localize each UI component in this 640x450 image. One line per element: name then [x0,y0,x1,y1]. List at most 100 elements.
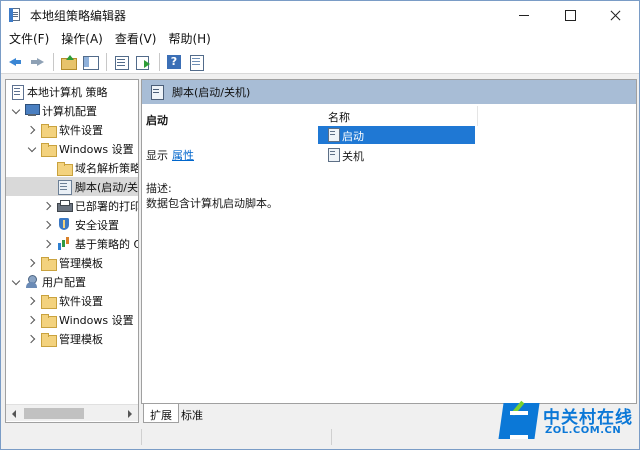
expand-chevron-icon[interactable] [12,277,21,286]
selected-item-title: 启动 [146,114,168,127]
collapse-chevron-icon[interactable] [44,239,53,248]
column-header-name[interactable]: 名称 [318,106,478,126]
collapse-chevron-icon[interactable] [44,201,53,210]
tree-item-user-software-settings[interactable]: 软件设置 [6,291,138,310]
tree-item-windows-settings[interactable]: Windows 设置 [6,139,138,158]
scroll-thumb[interactable] [24,408,84,419]
status-divider [331,429,332,445]
folder-icon [41,123,57,138]
list-item-shutdown[interactable]: 关机 [318,146,475,164]
scroll-left-arrow-icon[interactable] [6,405,22,422]
collapse-chevron-icon[interactable] [28,334,37,343]
column-header-label: 名称 [328,111,350,124]
zol-watermark: 中关村在线 ZOL.COM.CN [501,397,637,445]
window-title: 本地组策略编辑器 [30,8,127,23]
details-header-title: 脚本(启动/关机) [172,86,251,99]
collapse-chevron-icon[interactable] [28,296,37,305]
tab-standard[interactable]: 标准 [175,404,209,423]
tree-item-label: 脚本(启动/关机) [75,181,138,194]
tree-item-label: 管理模板 [59,333,103,346]
minimize-icon[interactable] [501,1,547,29]
tab-extended[interactable]: 扩展 [143,404,179,423]
properties-link[interactable]: 属性 [172,149,194,162]
tree-item-user-config[interactable]: 用户配置 [6,272,138,291]
toolbar-separator [159,52,160,71]
tree-item-label: 软件设置 [59,124,103,137]
folder-icon [41,332,57,347]
folder-icon [41,313,57,328]
show-label: 显示 [146,149,168,162]
group-policy-editor-window: 本地组策略编辑器 文件(F) 操作(A) 查看(V) 帮助(H) 本地计算机 策… [0,0,640,450]
menu-help[interactable]: 帮助(H) [162,29,216,50]
menu-bar: 文件(F) 操作(A) 查看(V) 帮助(H) [1,29,639,50]
collapse-chevron-icon[interactable] [28,258,37,267]
expand-chevron-icon[interactable] [12,106,21,115]
tree-item-local-computer-policy[interactable]: 本地计算机 策略 [6,82,138,101]
policy-icon [10,85,24,100]
console-tree: 本地计算机 策略 计算机配置 软件设置 Windows 设置 域名解析策略 脚本… [5,79,139,423]
tree-item-user-windows-settings[interactable]: Windows 设置 [6,310,138,329]
printer-icon [57,199,73,212]
window-controls [501,1,639,29]
tree-item-label: 软件设置 [59,295,103,308]
list-icon[interactable] [111,52,131,72]
menu-view[interactable]: 查看(V) [109,29,163,50]
details-pane: 脚本(启动/关机) 启动 显示 属性 描述: 数据包含计算机启动脚本。 名称 启动… [141,79,637,423]
folder-up-icon[interactable] [58,52,78,72]
script-icon [57,180,72,195]
collapse-chevron-icon[interactable] [44,220,53,229]
tree-item-user-admin-templates[interactable]: 管理模板 [6,329,138,348]
folder-icon [41,294,57,309]
back-arrow-icon[interactable] [5,52,25,72]
folder-icon [41,256,57,271]
show-hide-tree-icon[interactable] [80,52,100,72]
tree-item-scripts-startup-shutdown[interactable]: 脚本(启动/关机) [6,177,138,196]
list-item-label: 启动 [342,130,364,143]
description-label: 描述: [146,182,172,195]
list-item-label: 关机 [342,150,364,163]
show-properties-row: 显示 属性 [146,147,194,163]
expand-chevron-icon[interactable] [28,144,37,153]
script-icon [150,85,164,100]
scroll-right-arrow-icon[interactable] [122,405,138,422]
script-icon [328,148,340,162]
properties-icon[interactable] [186,52,206,72]
menu-action[interactable]: 操作(A) [55,29,109,50]
tree-item-name-resolution-policy[interactable]: 域名解析策略 [6,158,138,177]
tree-item-label: Windows 设置 [59,314,134,327]
user-icon [25,275,39,288]
tree-item-label: 计算机配置 [42,105,97,118]
tree-item-policy-based-qos[interactable]: 基于策略的 QoS [6,234,138,253]
collapse-chevron-icon[interactable] [28,315,37,324]
menu-file[interactable]: 文件(F) [3,29,55,50]
forward-arrow-icon[interactable] [27,52,47,72]
folder-icon [41,142,57,157]
status-divider [141,429,142,445]
list-item-startup[interactable]: 启动 [318,126,475,144]
policy-editor-app-icon [9,8,23,22]
watermark-subtitle: ZOL.COM.CN [545,425,622,436]
tree-item-label: 安全设置 [75,219,119,232]
maximize-icon[interactable] [547,1,593,29]
tree-item-label: Windows 设置 [59,143,134,156]
zol-logo-icon [501,400,537,439]
tree-item-software-settings[interactable]: 软件设置 [6,120,138,139]
tree-item-admin-templates[interactable]: 管理模板 [6,253,138,272]
computer-icon [25,104,40,117]
close-icon[interactable] [593,1,639,29]
details-header: 脚本(启动/关机) [142,80,636,104]
tree-item-label: 基于策略的 QoS [75,238,138,251]
collapse-chevron-icon[interactable] [28,125,37,134]
title-bar: 本地组策略编辑器 [1,1,639,29]
export-icon[interactable] [133,52,153,72]
description-text: 数据包含计算机启动脚本。 [146,197,278,210]
shield-icon [57,218,71,231]
tree-item-security-settings[interactable]: 安全设置 [6,215,138,234]
help-icon[interactable] [164,52,184,72]
tree-item-label: 用户配置 [42,276,86,289]
tree-horizontal-scrollbar[interactable] [6,404,138,421]
tree-item-computer-config[interactable]: 计算机配置 [6,101,138,120]
toolbar-separator [53,52,54,71]
tree-item-deployed-printers[interactable]: 已部署的打印机 [6,196,138,215]
scripts-list: 名称 启动 关机 [318,106,478,166]
